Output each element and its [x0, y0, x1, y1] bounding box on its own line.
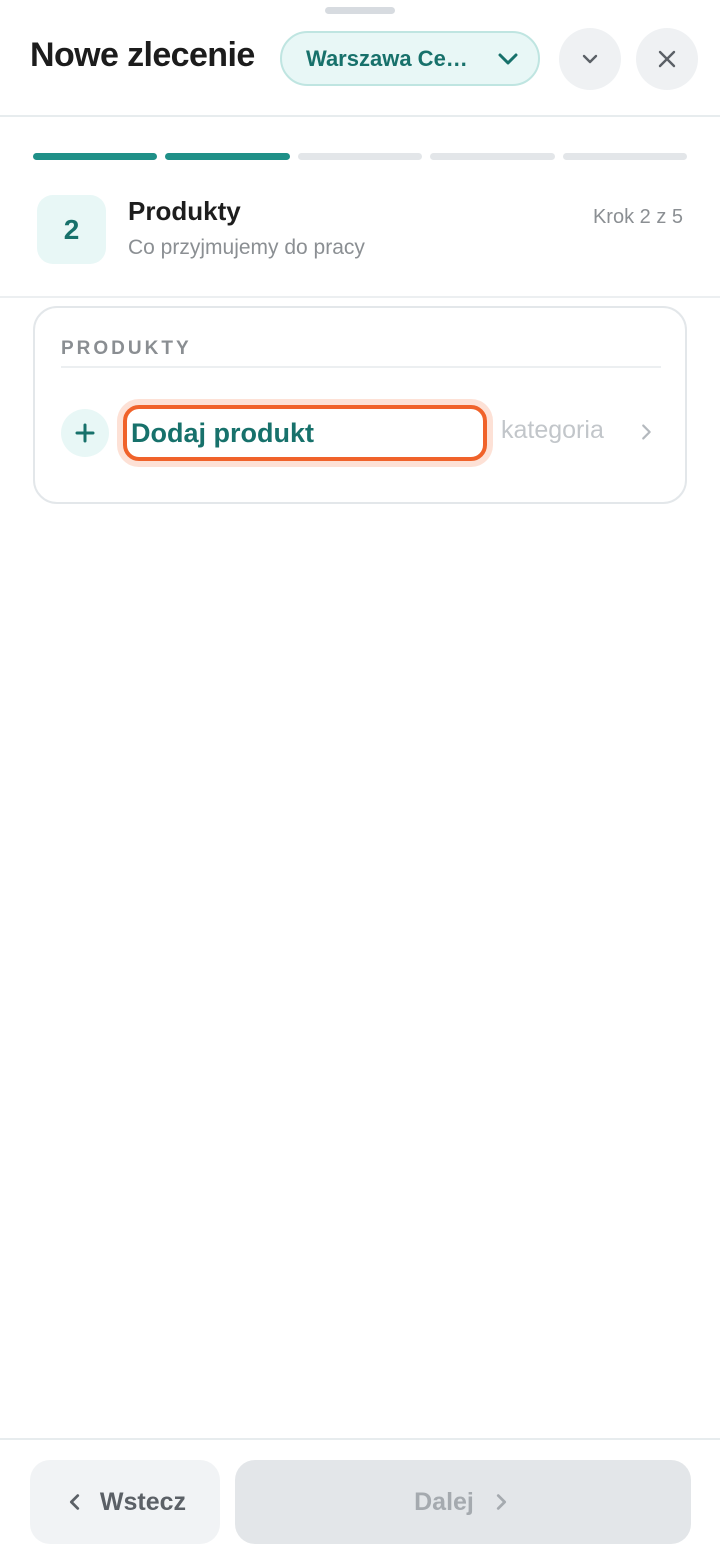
footer-nav: Wstecz Dalej — [0, 1438, 720, 1561]
back-button[interactable]: Wstecz — [30, 1460, 220, 1544]
add-product-plus-button[interactable] — [61, 409, 109, 457]
step-subtitle: Co przyjmujemy do pracy — [128, 236, 365, 259]
step-number-badge: 2 — [37, 195, 106, 264]
next-button[interactable]: Dalej — [235, 1460, 691, 1544]
back-button-label: Wstecz — [99, 1487, 187, 1516]
progress-segment-1 — [33, 153, 158, 160]
branch-selector-label: Warszawa Ce… — [306, 45, 468, 71]
products-card: PRODUKTY Dodaj produkt kategoria — [33, 306, 687, 504]
category-selector[interactable]: kategoria — [501, 416, 604, 445]
products-section-label: PRODUKTY — [61, 338, 661, 368]
chevron-right-icon — [642, 424, 651, 440]
branch-selector[interactable]: Warszawa Ce… — [280, 31, 540, 86]
step-counter: Krok 2 z 5 — [592, 206, 683, 228]
page-title: Nowe zlecenie — [30, 36, 255, 74]
close-button[interactable] — [636, 28, 698, 90]
step-header: 2 Produkty Co przyjmujemy do pracy Krok … — [0, 170, 720, 298]
step-title: Produkty — [128, 196, 241, 226]
close-icon — [658, 50, 676, 68]
chevron-left-icon — [69, 1494, 80, 1510]
add-product-row[interactable]: Dodaj produkt kategoria — [61, 403, 661, 463]
new-order-sheet: Nowe zlecenie Warszawa Ce… 2 Produkty Co… — [0, 0, 720, 1561]
chevron-right-icon — [496, 1494, 506, 1510]
progress-segment-3 — [297, 153, 423, 160]
chevron-down-icon — [582, 54, 598, 64]
progress-segment-4 — [430, 153, 555, 160]
progress-segment-2 — [165, 153, 290, 160]
step-progress-bar — [33, 153, 688, 161]
chevron-down-icon — [498, 53, 518, 64]
progress-segment-5 — [562, 153, 688, 160]
header: Nowe zlecenie Warszawa Ce… — [0, 0, 720, 117]
add-product-field[interactable]: Dodaj produkt — [123, 405, 487, 461]
next-button-label: Dalej — [414, 1487, 474, 1516]
add-product-label: Dodaj produkt — [131, 417, 314, 448]
plus-icon — [75, 423, 95, 443]
collapse-button[interactable] — [559, 28, 621, 90]
